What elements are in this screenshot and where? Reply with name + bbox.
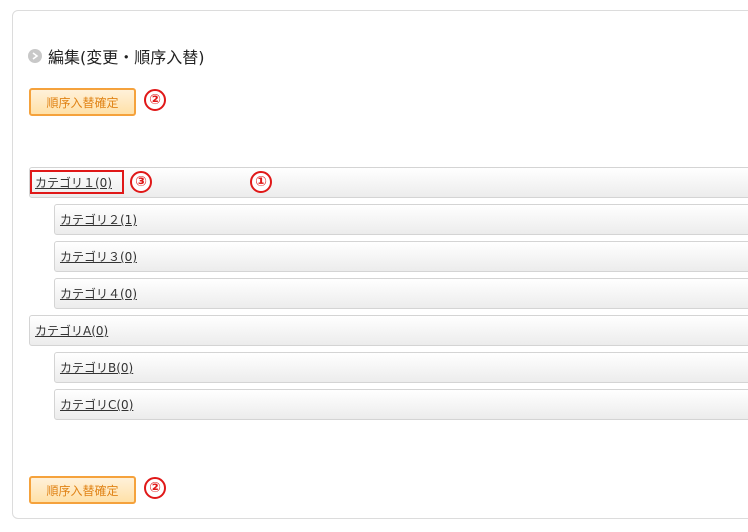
category-row-2[interactable]: カテゴリ２(1) bbox=[54, 204, 748, 235]
category-link-4[interactable]: カテゴリ４(0) bbox=[60, 285, 137, 302]
section-title: 編集(変更・順序入替) bbox=[48, 48, 205, 67]
marker-2-bottom: ② bbox=[144, 477, 166, 499]
marker-1: ① bbox=[250, 171, 272, 193]
confirm-order-button-top[interactable]: 順序入替確定 bbox=[29, 88, 136, 116]
category-link-c[interactable]: カテゴリC(0) bbox=[60, 396, 133, 413]
category-link-2[interactable]: カテゴリ２(1) bbox=[60, 211, 137, 228]
section-header: 編集(変更・順序入替) bbox=[28, 44, 205, 68]
category-link-b[interactable]: カテゴリB(0) bbox=[60, 359, 133, 376]
category-row-3[interactable]: カテゴリ３(0) bbox=[54, 241, 748, 272]
category-link-3[interactable]: カテゴリ３(0) bbox=[60, 248, 137, 265]
category-row-c[interactable]: カテゴリC(0) bbox=[54, 389, 748, 420]
category-row-b[interactable]: カテゴリB(0) bbox=[54, 352, 748, 383]
category-row-a[interactable]: カテゴリA(0) bbox=[29, 315, 748, 346]
category-link-a[interactable]: カテゴリA(0) bbox=[35, 322, 108, 339]
highlight-box bbox=[30, 170, 124, 194]
marker-3: ③ bbox=[130, 171, 152, 193]
confirm-order-button-bottom[interactable]: 順序入替確定 bbox=[29, 476, 136, 504]
arrow-right-icon bbox=[28, 49, 42, 63]
category-row-4[interactable]: カテゴリ４(0) bbox=[54, 278, 748, 309]
marker-2-top: ② bbox=[144, 89, 166, 111]
